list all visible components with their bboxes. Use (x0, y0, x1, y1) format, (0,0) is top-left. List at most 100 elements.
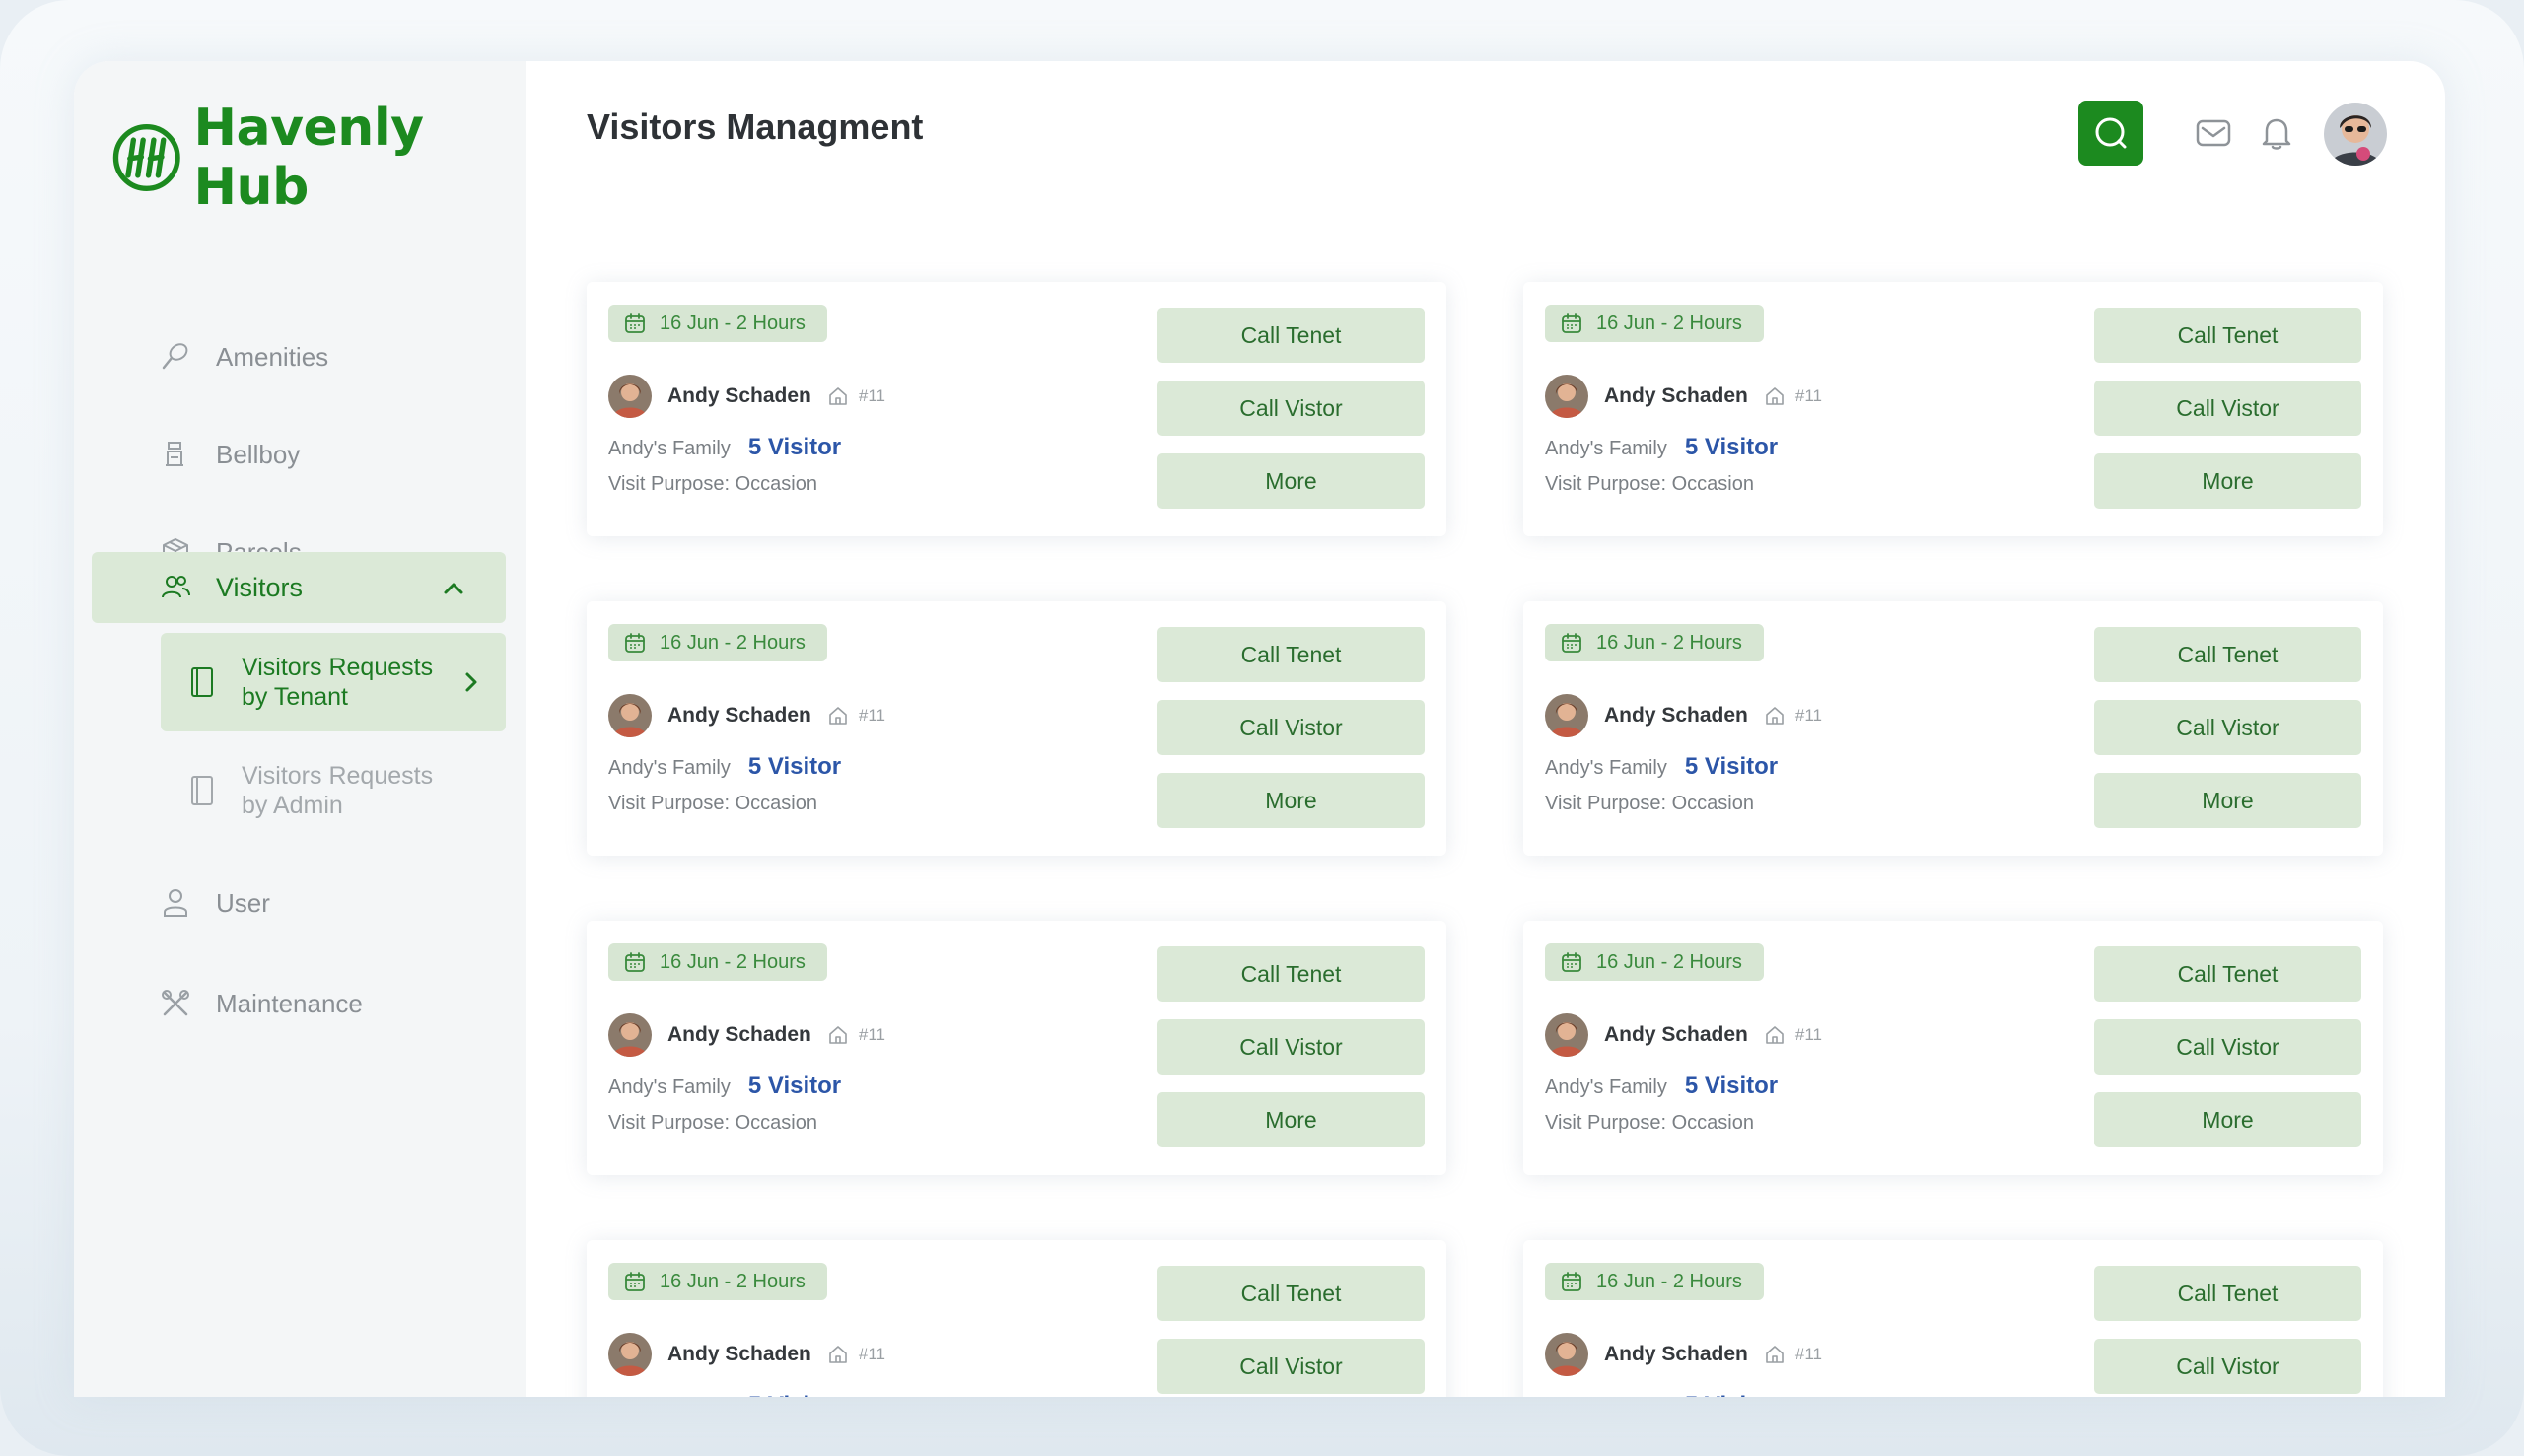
sidebar-item-user[interactable]: User (92, 867, 506, 938)
tenant-info: Andy Schaden #11 (1545, 1013, 1822, 1057)
home-icon (1766, 707, 1784, 725)
bell-icon[interactable] (2257, 113, 2296, 153)
family-name: Andy's Family (608, 1076, 731, 1098)
date-text: 16 Jun - 2 Hours (1596, 631, 1742, 654)
date-badge: 16 Jun - 2 Hours (1545, 305, 1764, 342)
date-text: 16 Jun - 2 Hours (660, 631, 806, 654)
more-button[interactable]: More (1157, 453, 1425, 509)
tenant-name: Andy Schaden (667, 1023, 811, 1046)
family-name: Andy's Family (608, 757, 731, 779)
date-text: 16 Jun - 2 Hours (660, 950, 806, 973)
sidebar-item-visitors[interactable]: Visitors (92, 552, 506, 623)
chevron-up-icon[interactable] (441, 576, 466, 601)
more-button[interactable]: More (2094, 773, 2361, 828)
users-icon (162, 576, 190, 598)
unit-number: #11 (858, 1025, 885, 1044)
tenant-info: Andy Schaden #11 (1545, 1333, 1822, 1376)
sidebar-item-maintenance[interactable]: Maintenance (92, 968, 506, 1039)
call-vistor-button[interactable]: Call Vistor (1157, 1339, 1425, 1394)
more-button[interactable]: More (2094, 1092, 2361, 1147)
call-tenet-button[interactable]: Call Tenet (1157, 1266, 1425, 1321)
date-text: 16 Jun - 2 Hours (1596, 950, 1742, 973)
brand-name: Havenly Hub (193, 99, 425, 217)
date-badge: 16 Jun - 2 Hours (608, 1263, 827, 1300)
visitor-count[interactable]: 5 Visitor (1685, 434, 1778, 461)
visitor-count[interactable]: 5 Visitor (1685, 753, 1778, 781)
document-icon (191, 776, 213, 805)
user-avatar[interactable] (2324, 103, 2387, 166)
visitor-count[interactable]: 5 Visitor (748, 753, 841, 781)
visit-purpose: Visit Purpose: Occasion (1545, 1112, 1754, 1134)
mail-icon[interactable] (2194, 113, 2233, 153)
date-text: 16 Jun - 2 Hours (1596, 1270, 1742, 1292)
calendar-icon (1562, 1272, 1581, 1291)
call-vistor-button[interactable]: Call Vistor (1157, 700, 1425, 755)
tenant-avatar (1545, 1013, 1588, 1057)
calendar-icon (625, 313, 645, 333)
unit-number: #11 (858, 386, 885, 405)
family-row: Andy's Family 5 Visitor (608, 1392, 841, 1397)
window-frame: Havenly Hub Amenities Bellboy Visitors V… (0, 0, 2524, 1456)
family-name: Andy's Family (608, 1396, 731, 1397)
home-icon (829, 1346, 847, 1363)
sidebar-subitem-visitors-requests-tenant[interactable]: Visitors Requests by Tenant (161, 633, 506, 731)
family-row: Andy's Family 5 Visitor (1545, 434, 1778, 461)
call-vistor-button[interactable]: Call Vistor (1157, 381, 1425, 436)
call-tenet-button[interactable]: Call Tenet (2094, 627, 2361, 682)
unit-number: #11 (858, 706, 885, 725)
sidebar-item-label: Amenities (216, 341, 329, 372)
call-tenet-button[interactable]: Call Tenet (1157, 308, 1425, 363)
tenant-avatar (608, 375, 652, 418)
sidebar-item-label: Maintenance (216, 988, 363, 1018)
tenant-name: Andy Schaden (667, 384, 811, 407)
tenant-info: Andy Schaden #11 (1545, 375, 1822, 418)
visitor-card: 16 Jun - 2 Hours Andy Schaden #11 Andy's… (1523, 921, 2383, 1175)
calendar-icon (1562, 313, 1581, 333)
home-icon (1766, 1026, 1784, 1044)
sidebar-item-amenities[interactable]: Amenities (92, 321, 506, 392)
visitor-count[interactable]: 5 Visitor (1685, 1073, 1778, 1100)
home-icon (829, 707, 847, 725)
visitor-count[interactable]: 5 Visitor (748, 1392, 841, 1397)
tenant-avatar (1545, 375, 1588, 418)
sidebar: Havenly Hub Amenities Bellboy Visitors V… (74, 61, 526, 1397)
calendar-icon (625, 1272, 645, 1291)
call-vistor-button[interactable]: Call Vistor (2094, 1339, 2361, 1394)
unit-number: #11 (1794, 1025, 1822, 1044)
tenant-avatar (1545, 694, 1588, 737)
call-vistor-button[interactable]: Call Vistor (2094, 1019, 2361, 1075)
more-button[interactable]: More (2094, 453, 2361, 509)
visitor-count[interactable]: 5 Visitor (748, 1073, 841, 1100)
havenly-hub-logo-icon (112, 124, 180, 191)
more-button[interactable]: More (1157, 1092, 1425, 1147)
call-tenet-button[interactable]: Call Tenet (1157, 627, 1425, 682)
home-icon (829, 387, 847, 405)
tenant-name: Andy Schaden (667, 704, 811, 727)
sidebar-item-label: User (216, 887, 270, 918)
home-icon (1766, 1346, 1784, 1363)
tenant-avatar (608, 694, 652, 737)
call-tenet-button[interactable]: Call Tenet (2094, 308, 2361, 363)
call-tenet-button[interactable]: Call Tenet (2094, 946, 2361, 1002)
family-row: Andy's Family 5 Visitor (608, 434, 841, 461)
unit-number: #11 (1794, 1345, 1822, 1363)
logo[interactable]: Havenly Hub (111, 99, 526, 217)
family-name: Andy's Family (1545, 1076, 1667, 1098)
family-name: Andy's Family (1545, 757, 1667, 779)
tenant-info: Andy Schaden #11 (608, 694, 885, 737)
call-vistor-button[interactable]: Call Vistor (2094, 381, 2361, 436)
search-button[interactable] (2078, 101, 2143, 166)
document-icon (191, 667, 213, 697)
call-tenet-button[interactable]: Call Tenet (1157, 946, 1425, 1002)
sidebar-subitem-visitors-requests-admin[interactable]: Visitors Requests by Admin (161, 741, 506, 840)
visitor-count[interactable]: 5 Visitor (748, 434, 841, 461)
call-tenet-button[interactable]: Call Tenet (2094, 1266, 2361, 1321)
sidebar-item-bellboy[interactable]: Bellboy (92, 419, 506, 490)
more-button[interactable]: More (1157, 773, 1425, 828)
visitor-card: 16 Jun - 2 Hours Andy Schaden #11 Andy's… (1523, 1240, 2383, 1397)
call-vistor-button[interactable]: Call Vistor (2094, 700, 2361, 755)
tenant-info: Andy Schaden #11 (608, 1013, 885, 1057)
visitor-count[interactable]: 5 Visitor (1685, 1392, 1778, 1397)
search-icon (2095, 117, 2127, 149)
call-vistor-button[interactable]: Call Vistor (1157, 1019, 1425, 1075)
